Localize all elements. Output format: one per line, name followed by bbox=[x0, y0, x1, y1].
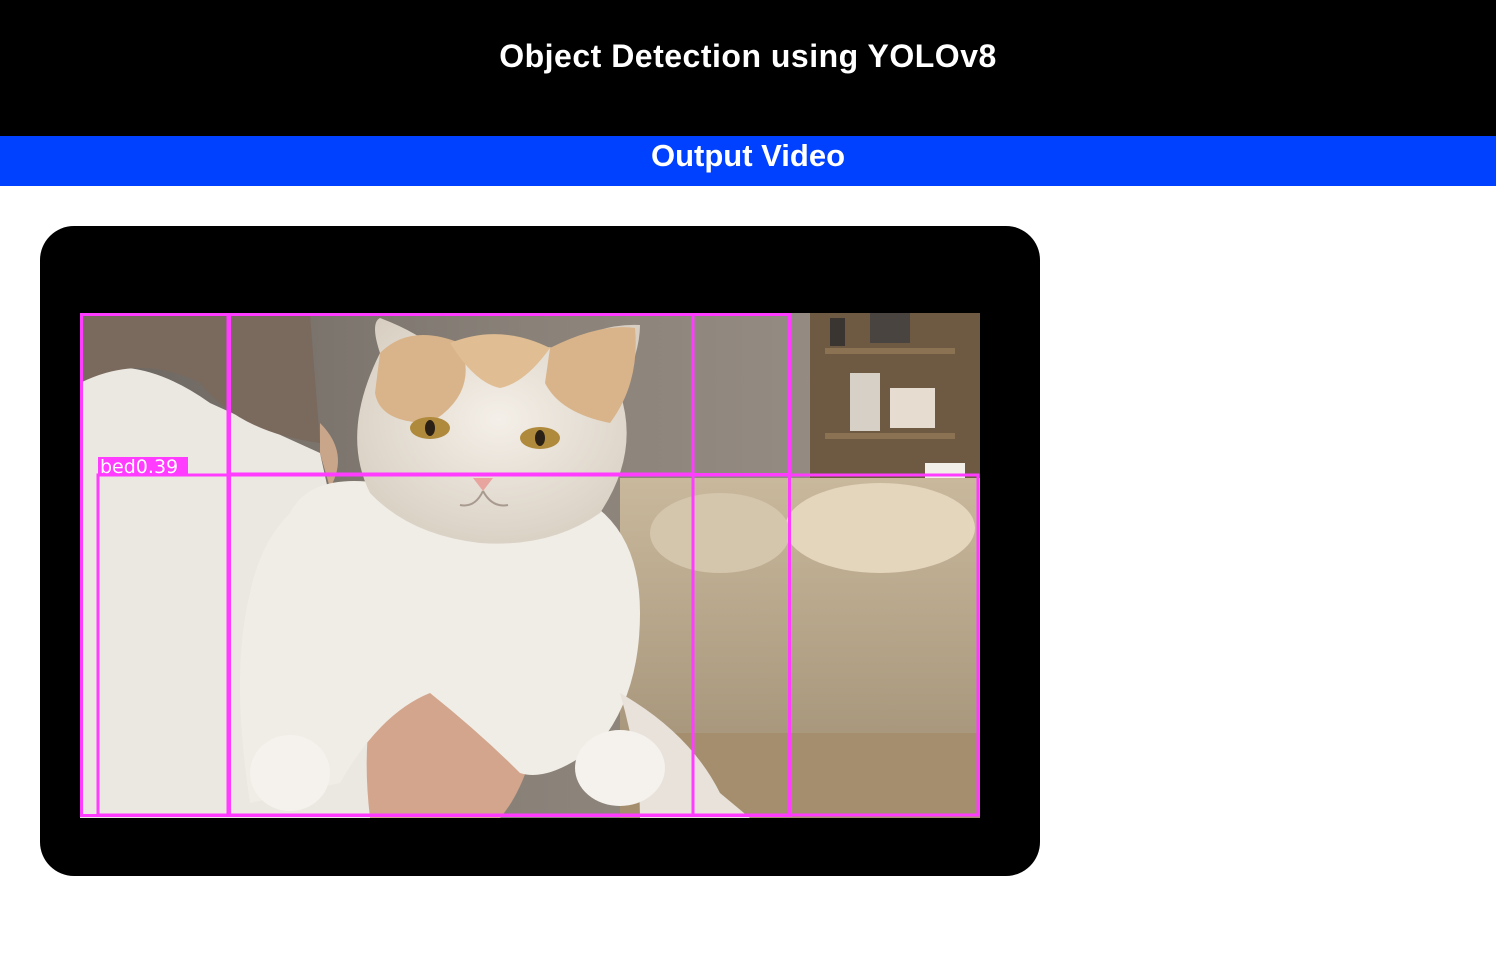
detection-box-top-center bbox=[226, 313, 695, 476]
detection-label-text: bed0.39 bbox=[100, 456, 178, 478]
page-header: Object Detection using YOLOv8 bbox=[0, 0, 1496, 136]
detection-overlay: bed0.39 bbox=[80, 313, 980, 817]
detection-box-person-left bbox=[80, 313, 231, 817]
detection-box-center bbox=[226, 472, 695, 817]
video-player[interactable]: bed0.39 bbox=[40, 226, 1040, 876]
video-frame: bed0.39 bbox=[80, 313, 980, 818]
detection-box-outer bbox=[80, 313, 791, 817]
detection-box-right-top bbox=[691, 313, 792, 476]
page-title: Object Detection using YOLOv8 bbox=[499, 38, 997, 74]
section-banner: Output Video bbox=[0, 136, 1496, 186]
section-title: Output Video bbox=[650, 138, 846, 173]
